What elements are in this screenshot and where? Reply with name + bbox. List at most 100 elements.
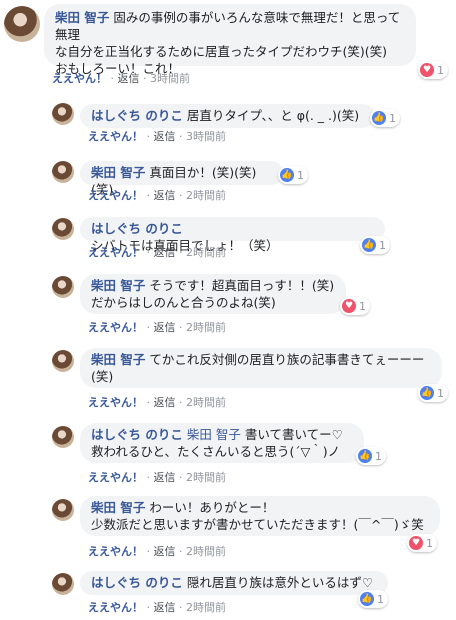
reply-author[interactable]: 柴田 智子 (91, 352, 145, 367)
avatar[interactable] (52, 499, 74, 521)
timestamp[interactable]: 2時間前 (186, 601, 226, 614)
reaction-badge[interactable]: 👍 1 (360, 236, 390, 254)
reaction-badge[interactable]: 👍 1 (418, 384, 448, 402)
like-link[interactable]: ええやん！ (88, 396, 143, 409)
reaction-count: 1 (437, 386, 444, 400)
reply-link[interactable]: 返信 (154, 601, 176, 614)
reply-bubble: 柴田 智子 わーい！ありがとー！ 少数派だと思いますが書かせていただきます！(￣^… (80, 496, 440, 536)
timestamp[interactable]: 2時間前 (186, 545, 226, 558)
like-link[interactable]: ええやん！ (88, 189, 143, 202)
like-link[interactable]: ええやん！ (88, 601, 143, 614)
avatar[interactable] (52, 103, 74, 125)
reaction-count: 1 (359, 299, 366, 313)
reply-meta: ええやん！ · 返信 · 2時間前 (88, 321, 226, 334)
reply-link[interactable]: 返信 (154, 396, 176, 409)
heart-icon: ♥ (420, 63, 434, 77)
reaction-count: 1 (297, 168, 304, 182)
avatar[interactable] (52, 218, 74, 240)
reply-text: (笑) (91, 369, 114, 384)
heart-icon: ♥ (342, 299, 356, 313)
like-link[interactable]: ええやん！ (52, 72, 107, 85)
reply-link[interactable]: 返信 (154, 189, 176, 202)
thumbs-up-icon: 👍 (360, 592, 374, 606)
like-link[interactable]: ええやん！ (88, 130, 143, 143)
reply-meta: ええやん！ · 返信 · 2時間前 (88, 545, 226, 558)
timestamp[interactable]: 3時間前 (186, 130, 226, 143)
reply-text: だからはしのんと合うのよね(笑) (91, 295, 276, 310)
reply-author[interactable]: はしぐち のりこ (91, 427, 183, 442)
reply-meta: ええやん！ · 返信 · 2時間前 (88, 396, 226, 409)
reaction-count: 1 (377, 592, 384, 606)
thumbs-up-icon: 👍 (420, 386, 434, 400)
reply-text: わーい！ありがとー！ (149, 500, 275, 515)
timestamp[interactable]: 2時間前 (186, 189, 226, 202)
like-link[interactable]: ええやん！ (88, 321, 143, 334)
reaction-count: 1 (379, 238, 386, 252)
reply-text: てかこれ反対側の居直り族の記事書きてぇーーー (149, 352, 425, 367)
timestamp[interactable]: 2時間前 (186, 471, 226, 484)
reply-bubble: はしぐち のりこ 隠れ居直り族は意外といるはず♡ (80, 571, 388, 595)
reply-link[interactable]: 返信 (154, 130, 176, 143)
reply-link[interactable]: 返信 (118, 72, 140, 85)
reaction-count: 1 (389, 111, 396, 125)
reaction-count: 1 (437, 63, 444, 77)
avatar[interactable] (52, 161, 74, 183)
reply-author[interactable]: はしぐち のりこ (91, 575, 183, 590)
reply-meta: ええやん！ · 返信 · 2時間前 (88, 601, 226, 614)
reaction-badge[interactable]: 👍 1 (370, 109, 400, 127)
reply-text: 救われるひと、たくさんいると思う(´▽｀)ノ (91, 444, 341, 459)
comment-author[interactable]: 柴田 智子 (55, 10, 109, 25)
reply-link[interactable]: 返信 (154, 471, 176, 484)
avatar[interactable] (52, 276, 74, 298)
avatar[interactable] (52, 350, 74, 372)
avatar[interactable] (52, 573, 74, 595)
reply-bubble: はしぐち のりこシバトモは真面目でしょ！（笑） (80, 217, 385, 253)
reply-text: 少数派だと思いますが書かせていただきます！(￣^￣)ゞ笑 (91, 517, 424, 532)
reply-bubble: 柴田 智子 真面目か！(笑)(笑)(笑) (80, 161, 283, 197)
like-link[interactable]: ええやん！ (88, 471, 143, 484)
reply-author[interactable]: 柴田 智子 (91, 500, 145, 515)
reaction-badge[interactable]: ♥ 1 (340, 297, 370, 315)
thumbs-up-icon: 👍 (372, 111, 386, 125)
reply-link[interactable]: 返信 (154, 545, 176, 558)
reply-author[interactable]: 柴田 智子 (91, 165, 145, 180)
reaction-badge[interactable]: 👍 1 (358, 590, 388, 608)
reaction-badge[interactable]: 👍 1 (356, 447, 386, 465)
reply-author[interactable]: はしぐち のりこ (91, 108, 183, 123)
reply-bubble: 柴田 智子 そうです！超真面目っす！！(笑) だからはしのんと合うのよね(笑) (80, 274, 346, 314)
reaction-badge[interactable]: ♥ 1 (407, 534, 437, 552)
reply-author[interactable]: はしぐち のりこ (91, 221, 183, 236)
reply-bubble: 柴田 智子 てかこれ反対側の居直り族の記事書きてぇーーー (笑) (80, 348, 442, 388)
reply-bubble: はしぐち のりこ 居直りタイプ、、と φ(. _ .)(笑) (80, 104, 375, 128)
reaction-badge[interactable]: ♥ 1 (418, 61, 448, 79)
thumbs-up-icon: 👍 (280, 168, 294, 182)
thumbs-up-icon: 👍 (358, 449, 372, 463)
reply-bubble: はしぐち のりこ 柴田 智子 書いて書いてー♡ 救われるひと、たくさんいると思う(… (80, 423, 364, 463)
comment-meta: ええやん！ · 返信 · 3時間前 (52, 72, 190, 85)
reply-meta: ええやん！ · 返信 · 2時間前 (88, 246, 226, 259)
reaction-count: 1 (426, 536, 433, 550)
avatar[interactable] (4, 6, 40, 42)
reply-author[interactable]: 柴田 智子 (91, 278, 145, 293)
timestamp[interactable]: 3時間前 (150, 72, 190, 85)
reply-link[interactable]: 返信 (154, 246, 176, 259)
reply-text: そうです！超真面目っす！！(笑) (149, 278, 335, 293)
reply-meta: ええやん！ · 返信 · 3時間前 (88, 130, 226, 143)
like-link[interactable]: ええやん！ (88, 545, 143, 558)
reaction-count: 1 (375, 449, 382, 463)
comment-bubble: 柴田 智子 固みの事例の事がいろんな意味で無理だ！と思って無理 な自分を正当化する… (44, 4, 416, 76)
reaction-badge[interactable]: 👍 1 (278, 166, 308, 184)
thumbs-up-icon: 👍 (362, 238, 376, 252)
heart-icon: ♥ (409, 536, 423, 550)
avatar[interactable] (52, 426, 74, 448)
timestamp[interactable]: 2時間前 (186, 396, 226, 409)
mention-link[interactable]: 柴田 智子 (187, 427, 241, 442)
timestamp[interactable]: 2時間前 (186, 246, 226, 259)
like-link[interactable]: ええやん！ (88, 246, 143, 259)
reply-meta: ええやん！ · 返信 · 2時間前 (88, 189, 226, 202)
reply-text: 書いて書いてー♡ (244, 427, 343, 442)
reply-text: 隠れ居直り族は意外といるはず♡ (186, 575, 374, 590)
timestamp[interactable]: 2時間前 (186, 321, 226, 334)
comment-text-line: な自分を正当化するために居直ったタイプだわウチ(笑)(笑) (55, 44, 388, 59)
reply-link[interactable]: 返信 (154, 321, 176, 334)
